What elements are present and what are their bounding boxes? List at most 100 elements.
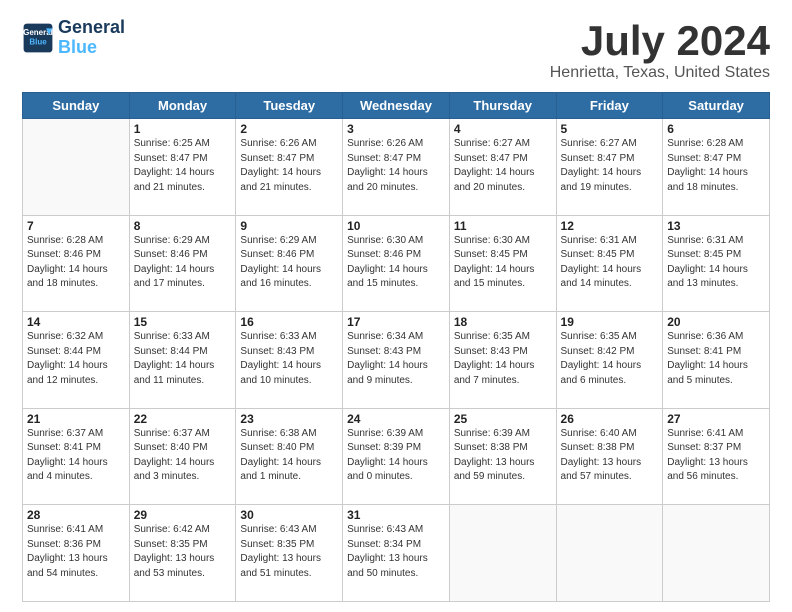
day-cell: 25Sunrise: 6:39 AM Sunset: 8:38 PM Dayli…: [449, 408, 556, 505]
day-number: 3: [347, 122, 445, 136]
day-number: 11: [454, 219, 552, 233]
weekday-header-sunday: Sunday: [23, 93, 130, 119]
day-cell: 4Sunrise: 6:27 AM Sunset: 8:47 PM Daylig…: [449, 119, 556, 216]
day-cell: 26Sunrise: 6:40 AM Sunset: 8:38 PM Dayli…: [556, 408, 663, 505]
week-row-3: 14Sunrise: 6:32 AM Sunset: 8:44 PM Dayli…: [23, 312, 770, 409]
day-cell: 30Sunrise: 6:43 AM Sunset: 8:35 PM Dayli…: [236, 505, 343, 602]
day-info: Sunrise: 6:34 AM Sunset: 8:43 PM Dayligh…: [347, 330, 445, 388]
day-number: 24: [347, 412, 445, 426]
logo-text: General Blue: [58, 18, 125, 58]
day-info: Sunrise: 6:30 AM Sunset: 8:46 PM Dayligh…: [347, 234, 445, 292]
day-number: 29: [134, 508, 232, 522]
logo-line1: General: [58, 17, 125, 37]
day-number: 10: [347, 219, 445, 233]
day-cell: [23, 119, 130, 216]
day-number: 19: [561, 315, 659, 329]
day-cell: 8Sunrise: 6:29 AM Sunset: 8:46 PM Daylig…: [129, 215, 236, 312]
day-info: Sunrise: 6:29 AM Sunset: 8:46 PM Dayligh…: [240, 234, 338, 292]
day-cell: [556, 505, 663, 602]
day-cell: 22Sunrise: 6:37 AM Sunset: 8:40 PM Dayli…: [129, 408, 236, 505]
day-number: 28: [27, 508, 125, 522]
day-cell: 31Sunrise: 6:43 AM Sunset: 8:34 PM Dayli…: [343, 505, 450, 602]
day-number: 2: [240, 122, 338, 136]
day-cell: 19Sunrise: 6:35 AM Sunset: 8:42 PM Dayli…: [556, 312, 663, 409]
day-info: Sunrise: 6:35 AM Sunset: 8:43 PM Dayligh…: [454, 330, 552, 388]
day-info: Sunrise: 6:31 AM Sunset: 8:45 PM Dayligh…: [667, 234, 765, 292]
day-number: 14: [27, 315, 125, 329]
day-number: 9: [240, 219, 338, 233]
day-number: 17: [347, 315, 445, 329]
day-info: Sunrise: 6:43 AM Sunset: 8:35 PM Dayligh…: [240, 523, 338, 581]
day-number: 30: [240, 508, 338, 522]
day-number: 4: [454, 122, 552, 136]
day-info: Sunrise: 6:40 AM Sunset: 8:38 PM Dayligh…: [561, 427, 659, 485]
day-info: Sunrise: 6:36 AM Sunset: 8:41 PM Dayligh…: [667, 330, 765, 388]
day-cell: 16Sunrise: 6:33 AM Sunset: 8:43 PM Dayli…: [236, 312, 343, 409]
day-info: Sunrise: 6:28 AM Sunset: 8:47 PM Dayligh…: [667, 137, 765, 195]
day-number: 23: [240, 412, 338, 426]
day-info: Sunrise: 6:33 AM Sunset: 8:43 PM Dayligh…: [240, 330, 338, 388]
day-cell: 15Sunrise: 6:33 AM Sunset: 8:44 PM Dayli…: [129, 312, 236, 409]
day-info: Sunrise: 6:43 AM Sunset: 8:34 PM Dayligh…: [347, 523, 445, 581]
day-info: Sunrise: 6:27 AM Sunset: 8:47 PM Dayligh…: [561, 137, 659, 195]
location-title: Henrietta, Texas, United States: [550, 64, 770, 82]
week-row-2: 7Sunrise: 6:28 AM Sunset: 8:46 PM Daylig…: [23, 215, 770, 312]
day-number: 31: [347, 508, 445, 522]
day-cell: [449, 505, 556, 602]
calendar-table: SundayMondayTuesdayWednesdayThursdayFrid…: [22, 92, 770, 602]
day-cell: 13Sunrise: 6:31 AM Sunset: 8:45 PM Dayli…: [663, 215, 770, 312]
day-cell: [663, 505, 770, 602]
day-info: Sunrise: 6:33 AM Sunset: 8:44 PM Dayligh…: [134, 330, 232, 388]
day-info: Sunrise: 6:39 AM Sunset: 8:38 PM Dayligh…: [454, 427, 552, 485]
day-cell: 14Sunrise: 6:32 AM Sunset: 8:44 PM Dayli…: [23, 312, 130, 409]
weekday-header-saturday: Saturday: [663, 93, 770, 119]
day-cell: 23Sunrise: 6:38 AM Sunset: 8:40 PM Dayli…: [236, 408, 343, 505]
day-info: Sunrise: 6:41 AM Sunset: 8:37 PM Dayligh…: [667, 427, 765, 485]
day-info: Sunrise: 6:42 AM Sunset: 8:35 PM Dayligh…: [134, 523, 232, 581]
day-number: 1: [134, 122, 232, 136]
day-number: 7: [27, 219, 125, 233]
day-number: 5: [561, 122, 659, 136]
header: General Blue General Blue July 2024 Henr…: [22, 18, 770, 82]
day-cell: 6Sunrise: 6:28 AM Sunset: 8:47 PM Daylig…: [663, 119, 770, 216]
month-title: July 2024: [550, 18, 770, 64]
day-cell: 27Sunrise: 6:41 AM Sunset: 8:37 PM Dayli…: [663, 408, 770, 505]
weekday-header-wednesday: Wednesday: [343, 93, 450, 119]
day-number: 15: [134, 315, 232, 329]
day-info: Sunrise: 6:37 AM Sunset: 8:41 PM Dayligh…: [27, 427, 125, 485]
day-number: 27: [667, 412, 765, 426]
day-cell: 7Sunrise: 6:28 AM Sunset: 8:46 PM Daylig…: [23, 215, 130, 312]
day-cell: 11Sunrise: 6:30 AM Sunset: 8:45 PM Dayli…: [449, 215, 556, 312]
day-cell: 21Sunrise: 6:37 AM Sunset: 8:41 PM Dayli…: [23, 408, 130, 505]
day-info: Sunrise: 6:41 AM Sunset: 8:36 PM Dayligh…: [27, 523, 125, 581]
day-cell: 2Sunrise: 6:26 AM Sunset: 8:47 PM Daylig…: [236, 119, 343, 216]
day-info: Sunrise: 6:25 AM Sunset: 8:47 PM Dayligh…: [134, 137, 232, 195]
day-number: 21: [27, 412, 125, 426]
day-cell: 18Sunrise: 6:35 AM Sunset: 8:43 PM Dayli…: [449, 312, 556, 409]
day-number: 13: [667, 219, 765, 233]
day-info: Sunrise: 6:39 AM Sunset: 8:39 PM Dayligh…: [347, 427, 445, 485]
logo-line2: Blue: [58, 37, 97, 57]
title-block: July 2024 Henrietta, Texas, United State…: [550, 18, 770, 82]
week-row-5: 28Sunrise: 6:41 AM Sunset: 8:36 PM Dayli…: [23, 505, 770, 602]
day-cell: 10Sunrise: 6:30 AM Sunset: 8:46 PM Dayli…: [343, 215, 450, 312]
day-cell: 17Sunrise: 6:34 AM Sunset: 8:43 PM Dayli…: [343, 312, 450, 409]
svg-text:Blue: Blue: [29, 37, 47, 46]
day-number: 8: [134, 219, 232, 233]
day-cell: 1Sunrise: 6:25 AM Sunset: 8:47 PM Daylig…: [129, 119, 236, 216]
logo: General Blue General Blue: [22, 18, 125, 58]
day-info: Sunrise: 6:31 AM Sunset: 8:45 PM Dayligh…: [561, 234, 659, 292]
day-info: Sunrise: 6:38 AM Sunset: 8:40 PM Dayligh…: [240, 427, 338, 485]
day-number: 25: [454, 412, 552, 426]
weekday-header-row: SundayMondayTuesdayWednesdayThursdayFrid…: [23, 93, 770, 119]
day-info: Sunrise: 6:35 AM Sunset: 8:42 PM Dayligh…: [561, 330, 659, 388]
week-row-1: 1Sunrise: 6:25 AM Sunset: 8:47 PM Daylig…: [23, 119, 770, 216]
day-number: 22: [134, 412, 232, 426]
day-info: Sunrise: 6:37 AM Sunset: 8:40 PM Dayligh…: [134, 427, 232, 485]
day-cell: 29Sunrise: 6:42 AM Sunset: 8:35 PM Dayli…: [129, 505, 236, 602]
page: General Blue General Blue July 2024 Henr…: [0, 0, 792, 612]
week-row-4: 21Sunrise: 6:37 AM Sunset: 8:41 PM Dayli…: [23, 408, 770, 505]
day-info: Sunrise: 6:30 AM Sunset: 8:45 PM Dayligh…: [454, 234, 552, 292]
day-number: 26: [561, 412, 659, 426]
day-info: Sunrise: 6:32 AM Sunset: 8:44 PM Dayligh…: [27, 330, 125, 388]
